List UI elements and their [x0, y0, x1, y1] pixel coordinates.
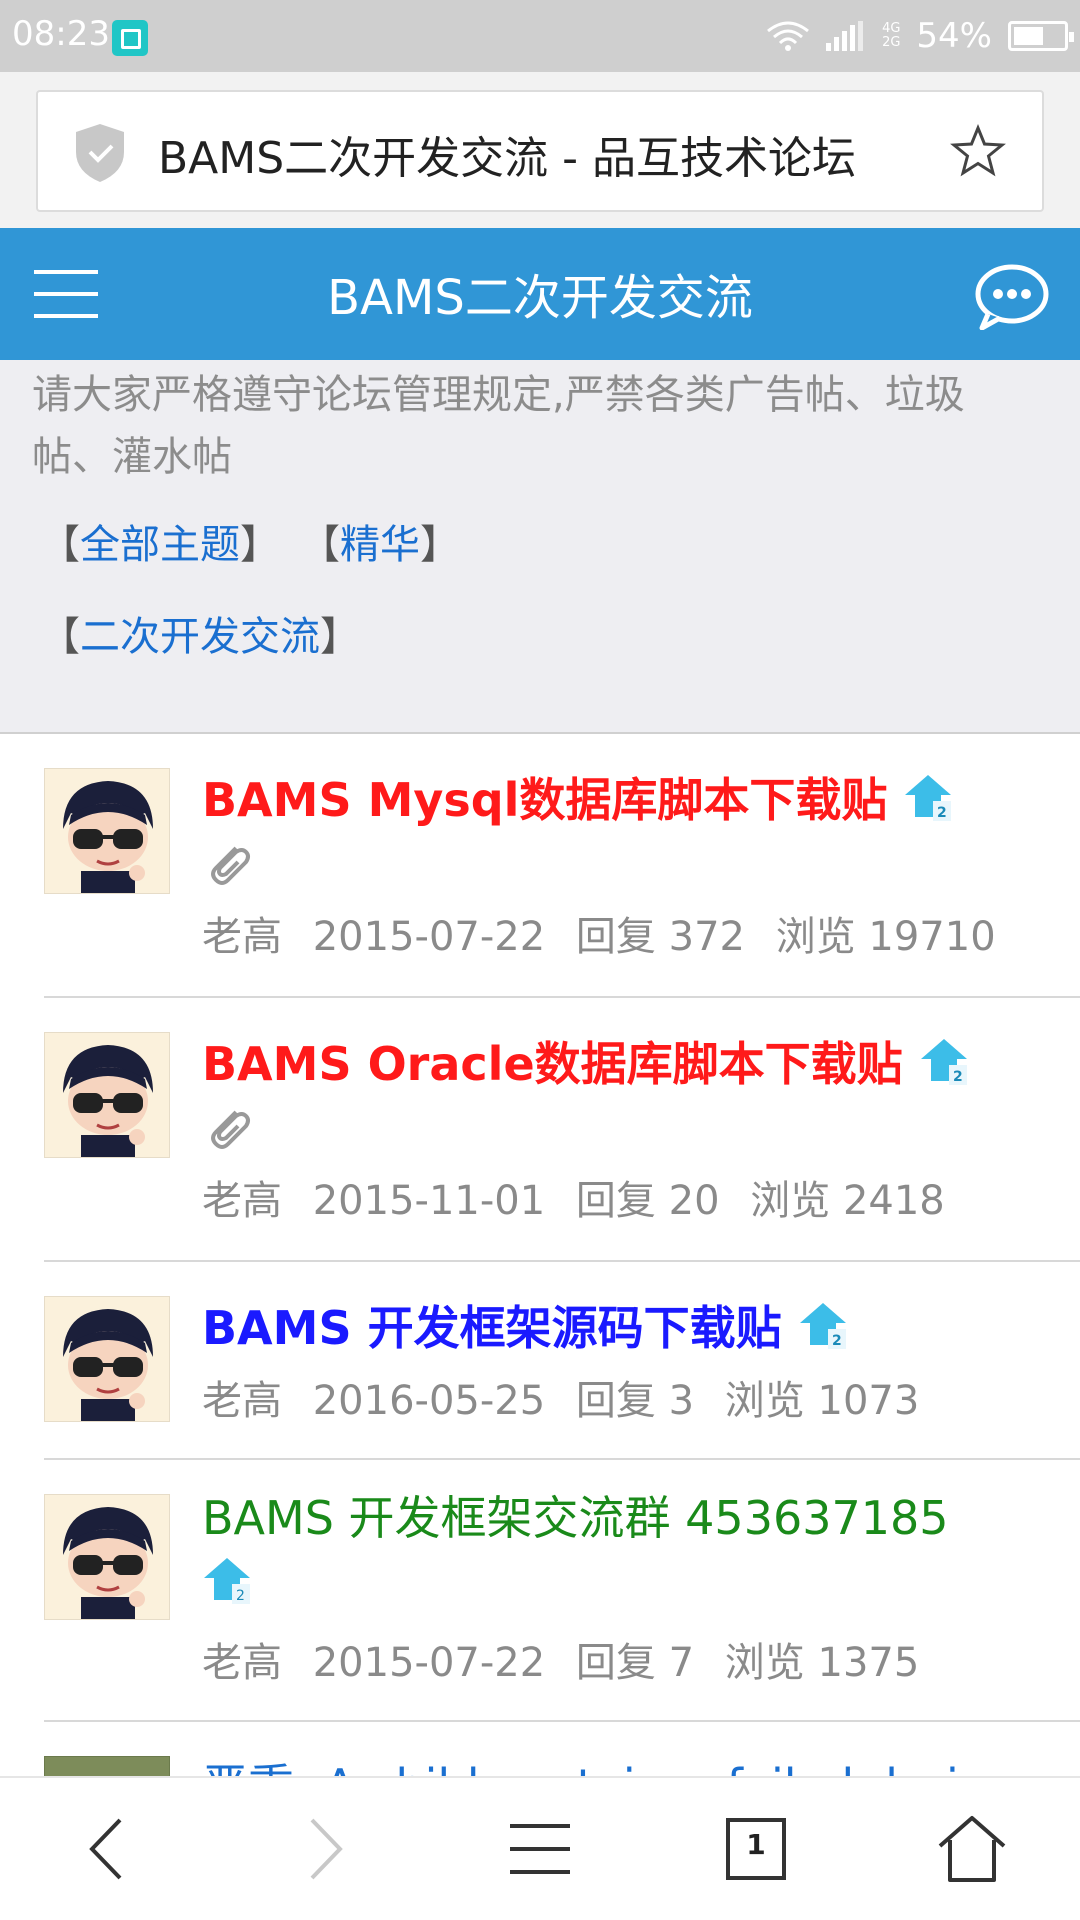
home-icon[interactable]: [932, 1814, 1012, 1884]
thread-replies: 回复 372: [575, 914, 745, 960]
tab-secondary-dev-label[interactable]: 二次开发交流: [80, 614, 320, 660]
status-bar: 08:23 4G 2G 54%: [0, 0, 1080, 72]
shield-icon[interactable]: [72, 122, 128, 184]
forward-icon[interactable]: [284, 1814, 364, 1884]
thread-title[interactable]: 严重: A child container failed during: [202, 1758, 1032, 1776]
thread-meta: 老高 2016-05-25 回复 3 浏览 1073: [202, 1368, 937, 1426]
network-type: 4G 2G: [882, 22, 900, 50]
signal-icon: [826, 21, 866, 51]
scan-app-icon: [112, 20, 148, 56]
avatar[interactable]: [44, 1032, 170, 1158]
thread-item[interactable]: BAMS 开发框架源码下载贴 2 老高 2016-05-25 回复 3 浏览 10…: [44, 1262, 1080, 1460]
thread-title[interactable]: BAMS Mysql数据库脚本下载贴 2: [202, 772, 1032, 831]
tab-featured-label[interactable]: 精华: [340, 522, 420, 568]
avatar[interactable]: [44, 1756, 170, 1776]
page-title[interactable]: BAMS二次开发交流 - 品互技术论坛: [158, 122, 856, 186]
thread-meta: 老高 2015-07-22 回复 372 浏览 19710: [202, 904, 1014, 962]
battery-percent: 54%: [916, 16, 992, 56]
hot-thread-icon: 2: [917, 1035, 971, 1089]
thread-item[interactable]: BAMS 开发框架交流群 453637185 2 老高 2015-07-22 回…: [44, 1460, 1080, 1722]
thread-meta: 老高 2015-07-22 回复 7 浏览 1375: [202, 1630, 937, 1688]
forum-title: BAMS二次开发交流: [327, 270, 753, 326]
network-type-4g: 4G: [882, 21, 901, 36]
thread-author[interactable]: 老高: [202, 914, 282, 960]
bookmark-star-icon[interactable]: [950, 124, 1006, 180]
chat-icon[interactable]: [974, 264, 1050, 331]
tab-secondary-dev[interactable]: 【二次开发交流】: [40, 604, 360, 662]
thread-views: 浏览 19710: [775, 914, 996, 960]
browser-address-area: BAMS二次开发交流 - 品互技术论坛: [0, 72, 1080, 228]
thread-author[interactable]: 老高: [202, 1178, 282, 1224]
thread-title-text[interactable]: BAMS 开发框架交流群 453637185: [202, 1491, 949, 1545]
hot-thread-icon: 2: [200, 1554, 254, 1608]
browser-bottom-nav: 1: [0, 1776, 1080, 1920]
thread-date: 2015-07-22: [312, 1640, 546, 1686]
back-icon[interactable]: [68, 1814, 148, 1884]
battery-icon: [1008, 21, 1074, 51]
forum-notice: 请大家严格遵守论坛管理规定,严禁各类广告帖、垃圾帖、灌水帖 【全部主题】 【精华…: [0, 360, 1080, 734]
thread-date: 2015-11-01: [312, 1178, 546, 1224]
thread-item[interactable]: 严重: A child container failed during: [44, 1722, 1080, 1776]
thread-author[interactable]: 老高: [202, 1640, 282, 1686]
tab-all-topics-label[interactable]: 全部主题: [80, 522, 240, 568]
avatar[interactable]: [44, 1494, 170, 1620]
thread-author[interactable]: 老高: [202, 1378, 282, 1424]
forum-header: BAMS二次开发交流: [0, 228, 1080, 360]
wifi-icon: [766, 21, 810, 51]
thread-date: 2015-07-22: [312, 914, 546, 960]
thread-replies: 回复 20: [575, 1178, 720, 1224]
thread-replies: 回复 7: [575, 1640, 695, 1686]
svg-text:2: 2: [953, 1069, 963, 1085]
attachment-icon: [202, 1102, 252, 1152]
thread-title-text[interactable]: 严重: A child container failed during: [202, 1759, 1017, 1776]
tab-all-topics[interactable]: 【全部主题】: [40, 512, 280, 570]
tabs-button[interactable]: 1: [716, 1814, 796, 1884]
thread-title[interactable]: BAMS Oracle数据库脚本下载贴 2: [202, 1036, 1032, 1095]
thread-views: 浏览 2418: [750, 1178, 945, 1224]
svg-text:2: 2: [236, 1588, 245, 1604]
attachment-icon: [202, 838, 252, 888]
svg-text:2: 2: [937, 805, 947, 821]
hot-thread-icon: 2: [901, 771, 955, 825]
thread-replies: 回复 3: [575, 1378, 695, 1424]
thread-title-text[interactable]: BAMS 开发框架源码下载贴: [202, 1301, 782, 1355]
tab-featured[interactable]: 【精华】: [300, 512, 460, 570]
avatar[interactable]: [44, 768, 170, 894]
thread-item[interactable]: BAMS Oracle数据库脚本下载贴 2 老高 2015-11-01 回复 20…: [44, 998, 1080, 1262]
thread-title-text[interactable]: BAMS Mysql数据库脚本下载贴: [202, 773, 887, 827]
network-type-2g: 2G: [882, 35, 901, 50]
notice-text: 请大家严格遵守论坛管理规定,严禁各类广告帖、垃圾帖、灌水帖: [32, 372, 965, 480]
hot-thread-icon: 2: [796, 1299, 850, 1353]
address-bar[interactable]: BAMS二次开发交流 - 品互技术论坛: [36, 90, 1044, 212]
thread-title[interactable]: BAMS 开发框架源码下载贴 2: [202, 1300, 1032, 1359]
thread-title-text[interactable]: BAMS Oracle数据库脚本下载贴: [202, 1037, 903, 1091]
svg-text:2: 2: [832, 1333, 842, 1349]
thread-item[interactable]: BAMS Mysql数据库脚本下载贴 2 老高 2015-07-22 回复 372…: [44, 734, 1080, 998]
thread-views: 浏览 1073: [724, 1378, 920, 1424]
thread-meta: 老高 2015-11-01 回复 20 浏览 2418: [202, 1168, 963, 1226]
avatar[interactable]: [44, 1296, 170, 1422]
tab-count: 1: [746, 1828, 766, 1861]
thread-date: 2016-05-25: [312, 1378, 546, 1424]
status-time: 08:23: [12, 14, 110, 54]
thread-title[interactable]: BAMS 开发框架交流群 453637185: [202, 1490, 1032, 1546]
menu-lines-icon[interactable]: [500, 1814, 580, 1884]
thread-views: 浏览 1375: [724, 1640, 920, 1686]
